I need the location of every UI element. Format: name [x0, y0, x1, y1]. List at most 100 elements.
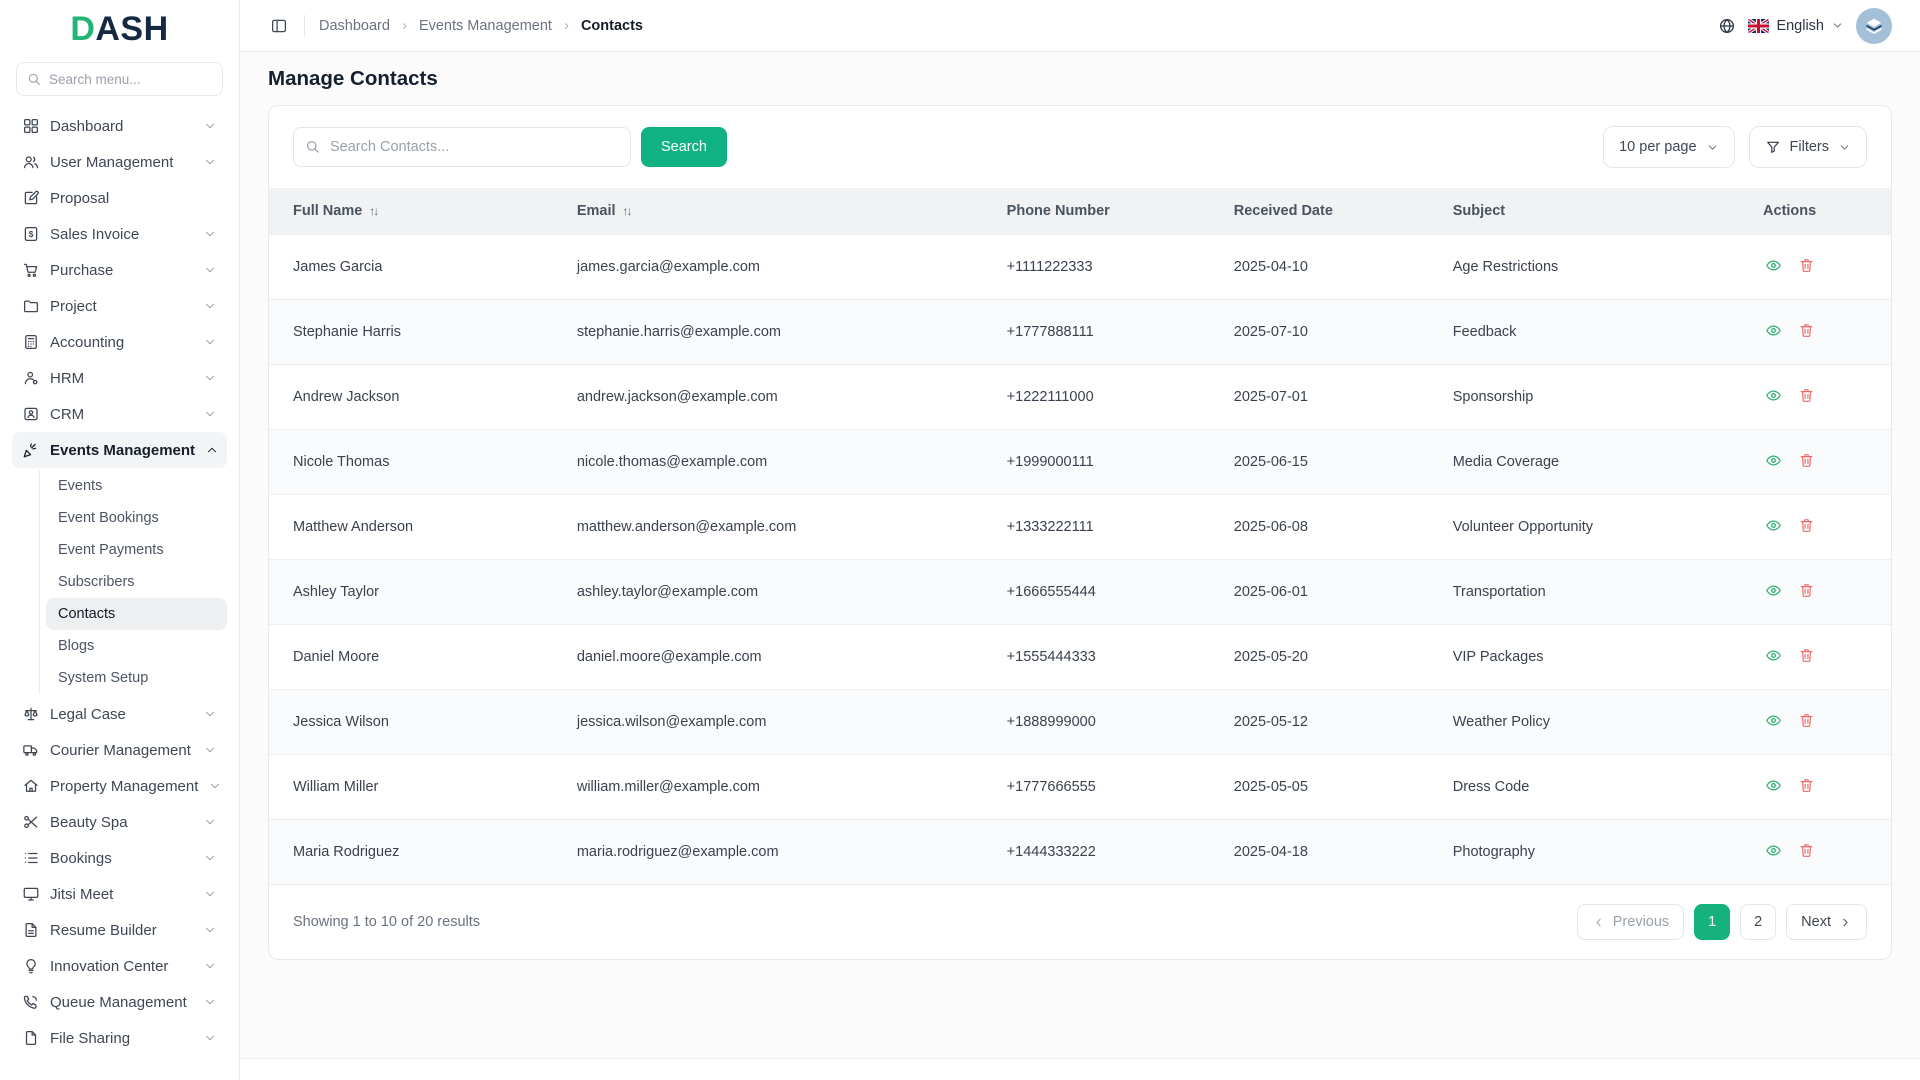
sidebar-item-event-bookings[interactable]: Event Bookings	[46, 502, 227, 534]
cell-full-name: Ashley Taylor	[269, 558, 553, 624]
view-button[interactable]	[1761, 578, 1786, 606]
cell-phone: +1111222333	[982, 233, 1210, 299]
sidebar-item-sales-invoice[interactable]: Sales Invoice	[12, 216, 227, 252]
person-icon	[22, 369, 40, 387]
sidebar-item-label: Accounting	[50, 333, 125, 351]
avatar[interactable]	[1856, 7, 1892, 44]
cell-full-name: William Miller	[269, 753, 553, 819]
menu-search-input[interactable]	[16, 62, 223, 96]
chevron-right-icon	[1839, 916, 1852, 929]
cell-email: maria.rodriguez@example.com	[552, 818, 983, 884]
trash-icon	[1798, 582, 1815, 599]
cell-received-date: 2025-04-10	[1209, 233, 1429, 299]
sidebar-item-subscribers[interactable]: Subscribers	[46, 566, 227, 598]
language-selector[interactable]: English	[1748, 18, 1844, 34]
view-button[interactable]	[1761, 643, 1786, 671]
trash-icon	[1798, 842, 1815, 859]
cell-email: andrew.jackson@example.com	[552, 363, 983, 429]
sort-icon[interactable]: ↑↓	[623, 204, 633, 218]
chevron-down-icon	[203, 887, 217, 901]
table-row: Stephanie Harris stephanie.harris@exampl…	[269, 298, 1891, 364]
sidebar-item-queue-management[interactable]: Queue Management	[12, 984, 227, 1020]
chevron-down-icon	[203, 851, 217, 865]
topbar-divider	[304, 14, 305, 37]
delete-button[interactable]	[1794, 773, 1819, 801]
chevron-down-icon	[203, 335, 217, 349]
delete-button[interactable]	[1794, 448, 1819, 476]
view-button[interactable]	[1761, 513, 1786, 541]
column-header-full-name[interactable]: Full Name ↑↓	[269, 188, 553, 234]
view-button[interactable]	[1761, 708, 1786, 736]
sort-icon[interactable]: ↑↓	[369, 204, 379, 218]
view-button[interactable]	[1761, 253, 1786, 281]
breadcrumb-events-management[interactable]: Events Management	[419, 18, 552, 34]
sidebar-item-events-management[interactable]: Events Management	[12, 432, 227, 468]
search-button[interactable]: Search	[641, 127, 727, 167]
sidebar-item-crm[interactable]: CRM	[12, 396, 227, 432]
sidebar-item-beauty-spa[interactable]: Beauty Spa	[12, 804, 227, 840]
sidebar-item-purchase[interactable]: Purchase	[12, 252, 227, 288]
sidebar-item-label: CRM	[50, 405, 85, 423]
table-row: Jessica Wilson jessica.wilson@example.co…	[269, 688, 1891, 754]
sidebar-item-contacts[interactable]: Contacts	[46, 598, 227, 630]
delete-button[interactable]	[1794, 838, 1819, 866]
view-button[interactable]	[1761, 318, 1786, 346]
sidebar-item-resume-builder[interactable]: Resume Builder	[12, 912, 227, 948]
sidebar-item-system-setup[interactable]: System Setup	[46, 662, 227, 694]
sidebar-item-accounting[interactable]: Accounting	[12, 324, 227, 360]
page-2-button[interactable]: 2	[1740, 904, 1777, 940]
contacts-search-input[interactable]	[293, 127, 631, 167]
filters-button[interactable]: Filters	[1748, 126, 1867, 168]
sidebar-item-user-management[interactable]: User Management	[12, 144, 227, 180]
cell-subject: Age Restrictions	[1428, 233, 1689, 299]
sidebar-item-events[interactable]: Events	[46, 470, 227, 502]
sidebar-item-bookings[interactable]: Bookings	[12, 840, 227, 876]
sidebar-item-hrm[interactable]: HRM	[12, 360, 227, 396]
sidebar-item-jitsi-meet[interactable]: Jitsi Meet	[12, 876, 227, 912]
globe-button[interactable]	[1718, 17, 1736, 35]
cell-full-name: Andrew Jackson	[269, 363, 553, 429]
cell-subject: VIP Packages	[1428, 623, 1689, 689]
delete-button[interactable]	[1794, 578, 1819, 606]
sidebar-item-dashboard[interactable]: Dashboard	[12, 108, 227, 144]
next-page-button[interactable]: Next	[1786, 904, 1867, 940]
view-button[interactable]	[1761, 383, 1786, 411]
previous-page-button[interactable]: Previous	[1576, 904, 1685, 940]
breadcrumb-dashboard[interactable]: Dashboard	[319, 18, 390, 34]
eye-icon	[1765, 452, 1782, 469]
eye-icon	[1765, 582, 1782, 599]
table-row: Nicole Thomas nicole.thomas@example.com …	[269, 428, 1891, 494]
delete-button[interactable]	[1794, 513, 1819, 541]
column-header-received-date: Received Date	[1209, 188, 1429, 234]
delete-button[interactable]	[1794, 318, 1819, 346]
delete-button[interactable]	[1794, 253, 1819, 281]
sidebar-item-file-sharing[interactable]: File Sharing	[12, 1020, 227, 1056]
cell-subject: Media Coverage	[1428, 428, 1689, 494]
sidebar-item-property-management[interactable]: Property Management	[12, 768, 227, 804]
delete-button[interactable]	[1794, 383, 1819, 411]
view-button[interactable]	[1761, 448, 1786, 476]
cell-phone: +1999000111	[982, 428, 1210, 494]
per-page-select[interactable]: 10 per page	[1603, 126, 1735, 168]
view-button[interactable]	[1761, 773, 1786, 801]
chevron-down-icon	[203, 923, 217, 937]
sidebar-item-blogs[interactable]: Blogs	[46, 630, 227, 662]
sidebar-item-courier-management[interactable]: Courier Management	[12, 732, 227, 768]
contacts-table: Full Name ↑↓ Email ↑↓ Phone Number Receive…	[269, 188, 1891, 884]
sidebar-item-label: Sales Invoice	[50, 225, 140, 243]
sidebar-toggle-button[interactable]	[268, 15, 290, 37]
column-header-email[interactable]: Email ↑↓	[552, 188, 983, 234]
sidebar-item-legal-case[interactable]: Legal Case	[12, 696, 227, 732]
delete-button[interactable]	[1794, 643, 1819, 671]
results-summary: Showing 1 to 10 of 20 results	[293, 914, 481, 930]
sidebar-item-proposal[interactable]: Proposal	[12, 180, 227, 216]
delete-button[interactable]	[1794, 708, 1819, 736]
sidebar-item-event-payments[interactable]: Event Payments	[46, 534, 227, 566]
page-1-button[interactable]: 1	[1694, 904, 1731, 940]
sidebar-item-project[interactable]: Project	[12, 288, 227, 324]
page-footer	[240, 1058, 1920, 1080]
cell-full-name: Maria Rodriguez	[269, 818, 553, 884]
cell-received-date: 2025-04-18	[1209, 818, 1429, 884]
sidebar-item-innovation-center[interactable]: Innovation Center	[12, 948, 227, 984]
view-button[interactable]	[1761, 838, 1786, 866]
